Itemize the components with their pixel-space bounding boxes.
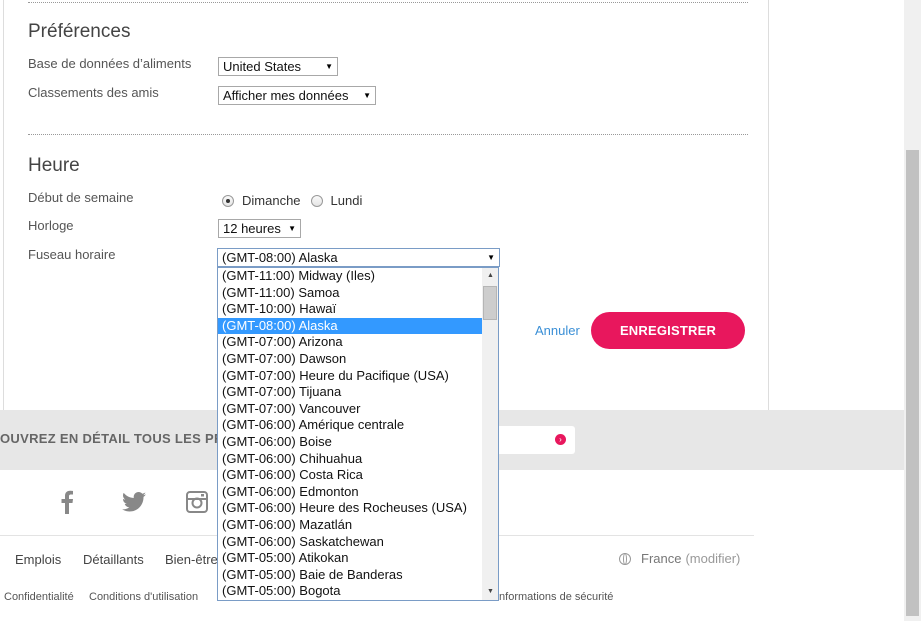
timezone-option[interactable]: (GMT-10:00) Hawaï: [218, 301, 482, 318]
timezone-option[interactable]: (GMT-07:00) Vancouver: [218, 401, 482, 418]
timezone-option[interactable]: (GMT-06:00) Saskatchewan: [218, 534, 482, 551]
timezone-option[interactable]: (GMT-06:00) Amérique centrale: [218, 417, 482, 434]
timezone-option[interactable]: (GMT-07:00) Heure du Pacifique (USA): [218, 368, 482, 385]
timezone-option[interactable]: (GMT-06:00) Boise: [218, 434, 482, 451]
page-scrollbar-thumb[interactable]: [906, 150, 919, 616]
footer-link-retailers[interactable]: Détaillants: [83, 552, 144, 567]
scroll-up-icon[interactable]: ▲: [482, 268, 498, 284]
timezone-option[interactable]: (GMT-07:00) Arizona: [218, 334, 482, 351]
instagram-icon[interactable]: [186, 491, 208, 519]
footer-link-security[interactable]: Informations de sécurité: [496, 591, 613, 603]
timezone-select[interactable]: (GMT-08:00) Alaska ▼: [217, 248, 500, 267]
dropdown-scrollbar[interactable]: ▲ ▼: [482, 268, 498, 600]
timezone-option[interactable]: (GMT-06:00) Edmonton: [218, 484, 482, 501]
time-title: Heure: [28, 155, 80, 176]
timezone-option[interactable]: (GMT-06:00) Chihuahua: [218, 451, 482, 468]
cancel-link[interactable]: Annuler: [535, 323, 580, 338]
timezone-option[interactable]: (GMT-06:00) Heure des Rocheuses (USA): [218, 500, 482, 517]
globe-icon: [619, 552, 631, 565]
timezone-option[interactable]: (GMT-11:00) Midway (Iles): [218, 268, 482, 285]
facebook-icon[interactable]: [60, 490, 74, 520]
food-db-label: Base de données d’aliments: [28, 56, 192, 71]
chevron-down-icon: ▼: [325, 62, 333, 71]
week-start-label: Début de semaine: [28, 190, 134, 205]
footer-link-privacy[interactable]: Confidentialité: [4, 591, 74, 603]
footer-link-jobs[interactable]: Emplois: [15, 552, 61, 567]
friends-ranking-select[interactable]: Afficher mes données ▼: [218, 86, 376, 105]
timezone-dropdown-list: (GMT-11:00) Midway (Iles) (GMT-11:00) Sam…: [217, 267, 499, 601]
radio-monday[interactable]: [310, 194, 323, 207]
region-selector[interactable]: France (modifier): [619, 551, 740, 566]
chevron-down-icon: ▼: [288, 224, 296, 233]
week-start-radio-group: Dimanche Lundi: [222, 193, 372, 208]
twitter-icon[interactable]: [122, 492, 146, 518]
timezone-label: Fuseau horaire: [28, 247, 116, 262]
timezone-option[interactable]: (GMT-05:00) Bogota: [218, 583, 482, 600]
page-root: Préférences Base de données d’aliments U…: [0, 0, 921, 621]
chevron-down-icon: ▼: [363, 91, 371, 100]
clock-select[interactable]: 12 heures ▼: [218, 219, 301, 238]
preferences-title: Préférences: [28, 21, 131, 42]
clock-label: Horloge: [28, 218, 74, 233]
promo-go-icon[interactable]: ›: [555, 434, 566, 445]
promo-text: OUVREZ EN DÉTAIL TOUS LES PR: [0, 431, 224, 446]
page-scrollbar[interactable]: [904, 0, 921, 621]
timezone-option[interactable]: (GMT-06:00) Costa Rica: [218, 467, 482, 484]
timezone-option[interactable]: (GMT-08:00) Alaska: [218, 317, 482, 335]
timezone-option[interactable]: (GMT-07:00) Tijuana: [218, 384, 482, 401]
dropdown-scrollbar-thumb[interactable]: [483, 286, 497, 320]
save-button[interactable]: ENREGISTRER: [591, 312, 745, 349]
timezone-value: (GMT-08:00) Alaska: [222, 250, 338, 265]
scroll-down-icon[interactable]: ▼: [482, 584, 498, 600]
footer-link-wellness[interactable]: Bien-être: [165, 552, 218, 567]
section-divider: [28, 2, 748, 3]
region-modify-link[interactable]: (modifier): [685, 551, 740, 566]
footer-link-terms[interactable]: Conditions d'utilisation: [89, 591, 198, 603]
section-divider: [28, 134, 748, 135]
timezone-options: (GMT-11:00) Midway (Iles) (GMT-11:00) Sam…: [218, 268, 482, 600]
friends-ranking-label: Classements des amis: [28, 85, 159, 100]
region-name: France: [641, 551, 682, 566]
food-db-select[interactable]: United States ▼: [218, 57, 338, 76]
chevron-down-icon: ▼: [487, 253, 495, 262]
radio-monday-label: Lundi: [330, 193, 363, 208]
timezone-option[interactable]: (GMT-06:00) Mazatlán: [218, 517, 482, 534]
timezone-option[interactable]: (GMT-05:00) Baie de Banderas: [218, 567, 482, 584]
timezone-option[interactable]: (GMT-11:00) Samoa: [218, 285, 482, 302]
timezone-option[interactable]: (GMT-05:00) Atikokan: [218, 550, 482, 567]
clock-value: 12 heures: [223, 221, 281, 236]
food-db-value: United States: [223, 59, 302, 74]
friends-ranking-value: Afficher mes données: [223, 88, 349, 103]
radio-sunday-label: Dimanche: [242, 193, 301, 208]
timezone-option[interactable]: (GMT-07:00) Dawson: [218, 351, 482, 368]
radio-sunday[interactable]: [222, 194, 234, 207]
